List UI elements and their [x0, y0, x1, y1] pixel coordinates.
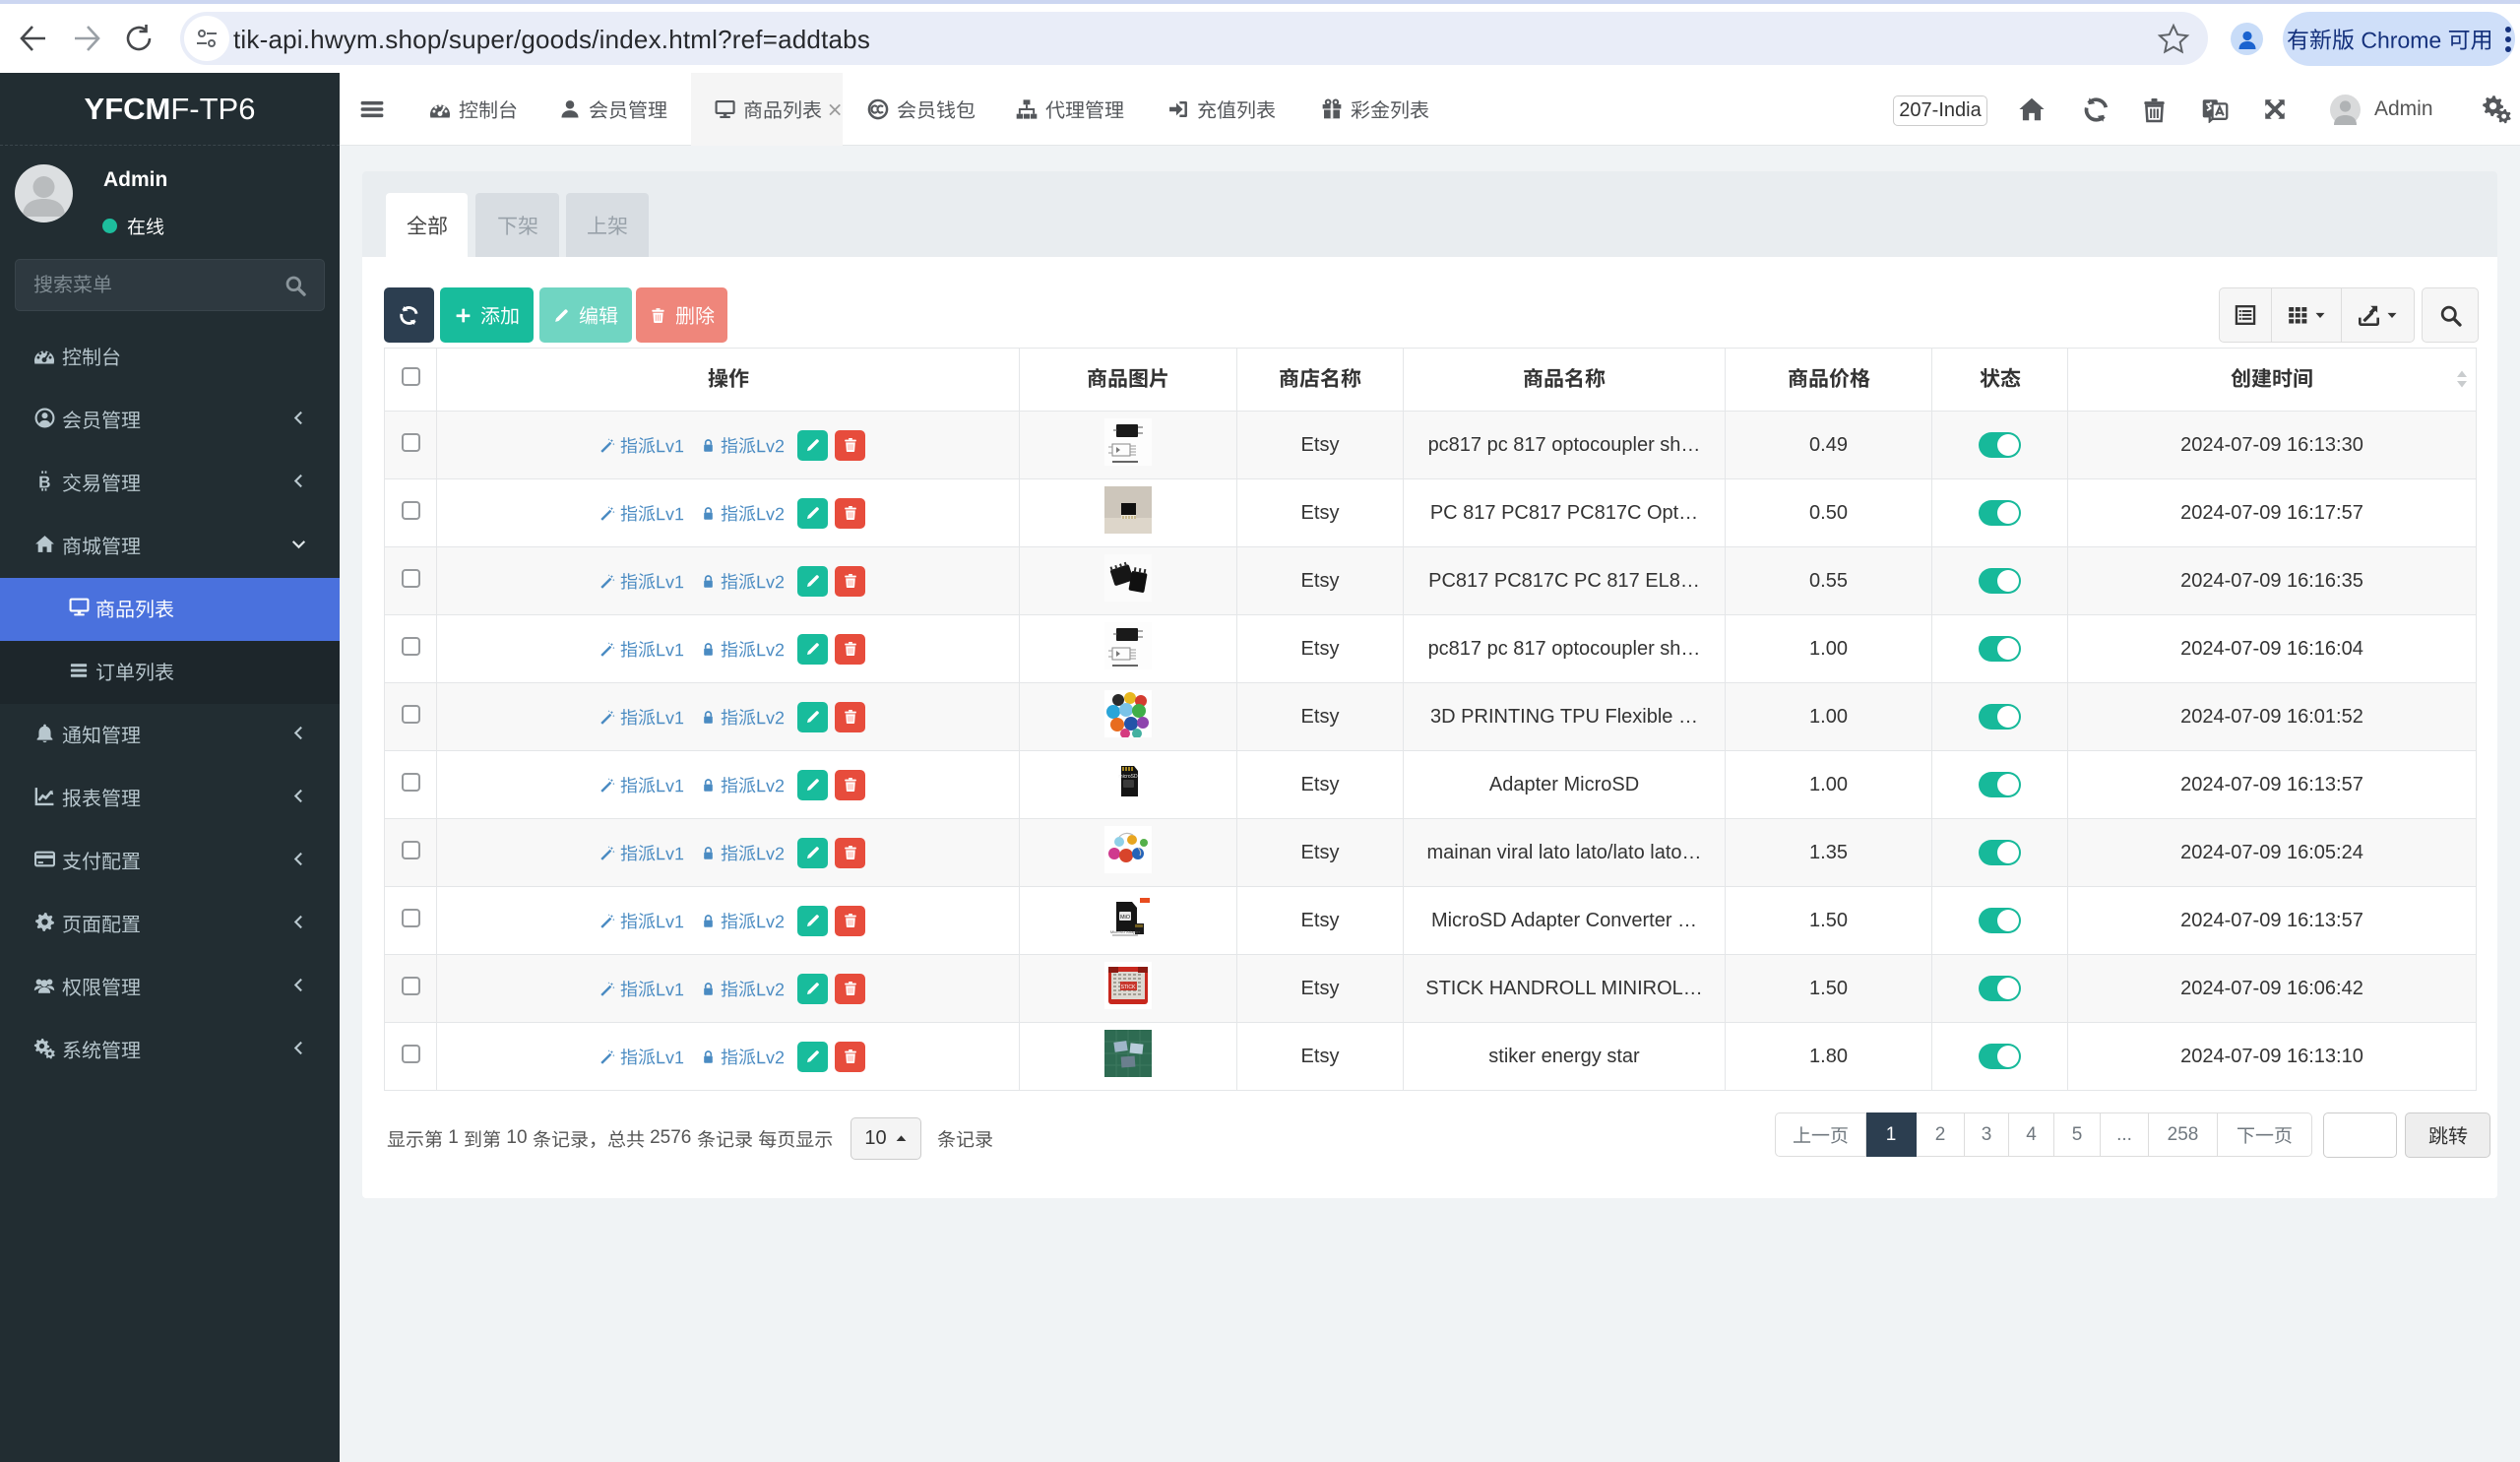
- svg-text:MiO: MiO: [1120, 915, 1131, 921]
- svg-text:STICK: STICK: [1121, 985, 1136, 990]
- svg-text:MicroSD Adapter: MicroSD Adapter: [1110, 929, 1141, 934]
- svg-text:microSD: microSD: [1118, 774, 1138, 780]
